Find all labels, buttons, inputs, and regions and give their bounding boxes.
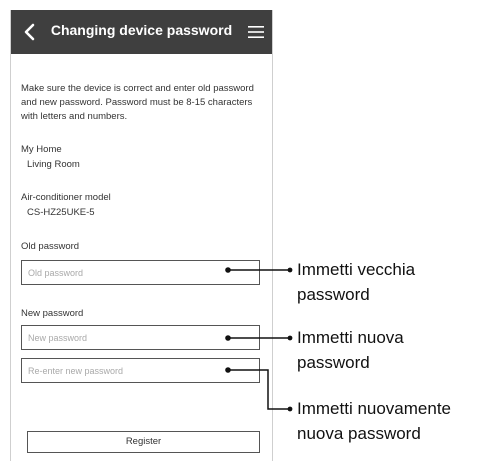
callout-new-password-line2: password (297, 353, 370, 372)
callout-new-password-line1: Immetti nuova (297, 328, 404, 347)
new-password-input[interactable] (22, 326, 259, 349)
old-password-input[interactable] (22, 261, 259, 284)
callout-reenter-line1: Immetti nuovamente (297, 399, 452, 418)
model-label: Air-conditioner model (21, 192, 111, 203)
chevron-left-icon[interactable] (21, 22, 39, 42)
callout-old-password-line2: password (297, 285, 370, 304)
app-header: Changing device password (11, 10, 272, 54)
callout-reenter-line2: nuova password (297, 424, 421, 443)
new-password-field[interactable] (21, 325, 260, 350)
reenter-password-field[interactable] (21, 358, 260, 383)
phone-screen: Changing device password Make sure the d… (10, 10, 273, 461)
register-button[interactable]: Register (27, 431, 260, 453)
instructions-text: Make sure the device is correct and ente… (21, 83, 254, 122)
old-password-field[interactable] (21, 260, 260, 285)
new-password-label: New password (21, 308, 84, 319)
reenter-password-input[interactable] (22, 359, 259, 382)
home-label: My Home (21, 144, 62, 155)
hamburger-menu-icon[interactable] (248, 25, 264, 39)
page-title: Changing device password (50, 22, 233, 38)
home-value: Living Room (27, 159, 80, 170)
callout-old-password-line1: Immetti vecchia (297, 260, 416, 279)
model-value: CS-HZ25UKE-5 (27, 207, 95, 218)
old-password-label: Old password (21, 241, 80, 252)
